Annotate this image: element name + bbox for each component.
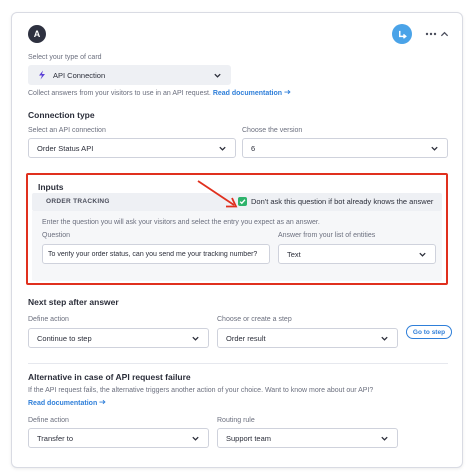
- version-label: Choose the version: [242, 127, 303, 134]
- routing-rule-label: Routing rule: [217, 417, 255, 424]
- card-type-helper: Collect answers from your visitors to us…: [28, 89, 291, 97]
- lightning-bolt-icon: [39, 70, 45, 80]
- chevron-down-icon: [219, 146, 226, 151]
- chevron-up-icon: [440, 31, 448, 36]
- failure-action-value: Transfer to: [37, 433, 73, 443]
- connection-type-title: Connection type: [28, 110, 95, 120]
- routing-rule-select[interactable]: Support team: [217, 428, 398, 448]
- chevron-down-icon: [192, 436, 199, 441]
- order-tracking-label: ORDER TRACKING: [46, 198, 110, 205]
- next-step-action-select[interactable]: Continue to step: [28, 328, 209, 348]
- next-step-action-label: Define action: [28, 316, 69, 323]
- inputs-instructions: Enter the question you will ask your vis…: [42, 219, 320, 226]
- chevron-down-icon: [381, 436, 388, 441]
- card-type-label: Select your type of card: [28, 54, 102, 61]
- card-editor: A Select your type of card API Connectio…: [11, 12, 463, 468]
- chevron-down-icon: [214, 73, 221, 78]
- inputs-title: Inputs: [38, 182, 64, 192]
- failure-action-select[interactable]: Transfer to: [28, 428, 209, 448]
- next-step-step-value: Order result: [226, 333, 266, 343]
- read-documentation-link[interactable]: Read documentation: [212, 89, 291, 97]
- next-step-step-label: Choose or create a step: [217, 316, 292, 323]
- chevron-down-icon: [192, 336, 199, 341]
- answer-entity-label: Answer from your list of entities: [278, 232, 376, 239]
- read-documentation-label: Read documentation: [212, 90, 283, 97]
- card-type-select[interactable]: API Connection: [28, 65, 231, 85]
- api-connection-label: Select an API connection: [28, 127, 106, 134]
- next-step-title: Next step after answer: [28, 297, 119, 307]
- chevron-down-icon: [431, 146, 438, 151]
- go-to-step-button[interactable]: Go to step: [406, 325, 452, 339]
- failure-title: Alternative in case of API request failu…: [28, 372, 191, 382]
- routing-rule-value: Support team: [226, 433, 272, 443]
- api-connection-value: Order Status API: [37, 143, 94, 153]
- failure-read-documentation-label: Read documentation: [28, 400, 98, 407]
- section-divider: [28, 363, 448, 364]
- route-button[interactable]: [392, 24, 412, 44]
- route-arrow-icon: [398, 30, 407, 39]
- version-value: 6: [251, 143, 256, 153]
- next-step-step-select[interactable]: Order result: [217, 328, 398, 348]
- collapse-button[interactable]: [436, 24, 452, 44]
- card-type-helper-text: Collect answers from your visitors to us…: [28, 90, 211, 97]
- avatar: A: [28, 25, 46, 43]
- failure-action-label: Define action: [28, 417, 69, 424]
- question-panel: Enter the question you will ask your vis…: [32, 211, 442, 281]
- chevron-down-icon: [419, 252, 426, 257]
- answer-entity-select[interactable]: Text: [278, 244, 436, 264]
- card-type-value: API Connection: [53, 70, 106, 80]
- api-connection-select[interactable]: Order Status API: [28, 138, 236, 158]
- external-arrow-icon: [284, 89, 291, 95]
- next-step-action-value: Continue to step: [37, 333, 92, 343]
- annotation-arrow-icon: [197, 180, 238, 208]
- skip-if-known-label: Don't ask this question if bot already k…: [251, 197, 434, 206]
- chevron-down-icon: [381, 336, 388, 341]
- external-arrow-icon: [99, 399, 106, 405]
- answer-entity-value: Text: [287, 249, 301, 259]
- question-input[interactable]: To verify your order status, can you sen…: [42, 244, 270, 264]
- question-label: Question: [42, 232, 71, 239]
- question-value: To verify your order status, can you sen…: [48, 250, 258, 258]
- failure-read-documentation-link[interactable]: Read documentation: [28, 399, 106, 407]
- version-select[interactable]: 6: [242, 138, 448, 158]
- failure-helper: If the API request fails, the alternativ…: [28, 387, 374, 394]
